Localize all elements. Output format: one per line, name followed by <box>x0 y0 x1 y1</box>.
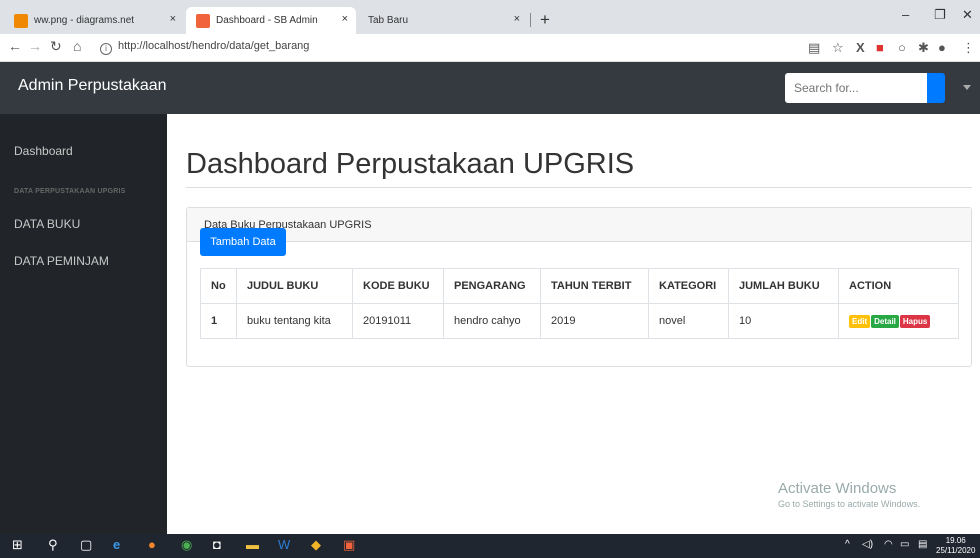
xampp-icon[interactable]: ▣ <box>343 537 355 553</box>
task-view-icon[interactable]: ▢ <box>80 537 92 553</box>
sidebar-item-data-peminjam[interactable]: DATA PEMINJAM <box>14 254 109 268</box>
circle-extension-icon[interactable]: ○ <box>898 40 906 55</box>
tab-new[interactable]: Tab Baru × <box>358 7 528 34</box>
address-bar: ← → ↻ ⌂ i http://localhost/hendro/data/ge… <box>0 34 980 62</box>
delete-button[interactable]: Hapus <box>899 314 931 328</box>
sidebar-section-heading: DATA PERPUSTAKAAN UPGRIS <box>14 188 126 195</box>
page-icon <box>196 13 210 28</box>
column-header: ACTION <box>838 268 959 304</box>
watermark-title: Activate Windows <box>778 480 897 497</box>
word-icon[interactable]: W <box>278 537 290 552</box>
search-icon[interactable]: ⚲ <box>48 537 58 553</box>
user-dropdown-caret-icon[interactable] <box>963 85 971 90</box>
notification-icon[interactable]: ▤ <box>918 539 927 550</box>
volume-icon[interactable]: ◁) <box>862 539 873 550</box>
page-title: Dashboard Perpustakaan UPGRIS <box>186 148 635 180</box>
close-icon[interactable]: × <box>170 13 176 25</box>
sidebar: Dashboard DATA PERPUSTAKAAN UPGRIS DATA … <box>0 114 167 534</box>
window-close-button[interactable]: ✕ <box>962 7 973 23</box>
firefox-icon[interactable]: ● <box>148 537 156 552</box>
cell-jumlah: 10 <box>728 303 839 339</box>
card-header: Data Buku Perpustakaan UPGRIS <box>187 208 971 242</box>
tab-label: ww.png - diagrams.net <box>34 15 135 26</box>
cell-pengarang: hendro cahyo <box>443 303 541 339</box>
close-icon[interactable]: × <box>342 13 348 25</box>
watermark-subtitle: Go to Settings to activate Windows. <box>778 499 921 509</box>
edit-button[interactable]: Edit <box>849 314 871 328</box>
column-header: KATEGORI <box>648 268 729 304</box>
back-icon[interactable]: ← <box>8 38 22 54</box>
table-row: 1 buku tentang kita 20191011 hendro cahy… <box>200 303 959 339</box>
minimize-button[interactable]: – <box>902 7 909 22</box>
column-header: PENGARANG <box>443 268 541 304</box>
clock-date: 25/11/2020 <box>936 546 976 555</box>
tab-separator <box>530 13 531 27</box>
clock-time: 19.06 <box>945 536 966 545</box>
url-text: http://localhost/hendro/data/get_barang <box>118 40 310 52</box>
brand-link[interactable]: Admin Perpustakaan <box>18 77 167 95</box>
puzzle-icon[interactable]: ✱ <box>918 40 929 56</box>
translate-icon[interactable]: ▤ <box>808 40 820 56</box>
cell-judul: buku tentang kita <box>236 303 353 339</box>
home-icon[interactable]: ⌂ <box>73 38 81 54</box>
forward-icon[interactable]: → <box>28 38 42 54</box>
top-navbar: Admin Perpustakaan <box>0 62 980 114</box>
cell-kode: 20191011 <box>352 303 444 339</box>
edge-icon[interactable]: e <box>113 537 120 552</box>
column-header: JUDUL BUKU <box>236 268 353 304</box>
restore-button[interactable]: ❐ <box>934 7 946 23</box>
sublime-icon[interactable]: ◆ <box>311 537 321 553</box>
books-table: No JUDUL BUKU KODE BUKU PENGARANG TAHUN … <box>200 268 959 339</box>
browser-tab-bar: ww.png - diagrams.net × Dashboard - SB A… <box>0 0 980 34</box>
diagrams-icon <box>14 13 28 28</box>
store-icon[interactable]: ◘ <box>213 537 221 552</box>
sidebar-item-data-buku[interactable]: DATA BUKU <box>14 217 80 231</box>
battery-icon[interactable]: ▭ <box>900 539 909 550</box>
start-icon[interactable]: ⊞ <box>12 537 23 553</box>
add-data-button[interactable]: Tambah Data <box>200 228 286 256</box>
cell-no: 1 <box>200 303 237 339</box>
menu-dots-icon[interactable]: ⋮ <box>962 40 975 56</box>
tab-label: Tab Baru <box>368 15 409 26</box>
windows-taskbar: ⊞ ⚲ ▢ e ● ◉ ◘ ▬ W ◆ ▣ ^ ◁) ◠ ▭ ▤ 19.06 2… <box>0 534 980 558</box>
info-icon[interactable]: i <box>100 43 112 55</box>
tray-chevron-icon[interactable]: ^ <box>845 539 850 550</box>
sidebar-item-dashboard[interactable]: Dashboard <box>14 144 73 158</box>
detail-button[interactable]: Detail <box>871 314 899 328</box>
search-button[interactable] <box>927 73 945 103</box>
activate-windows-watermark: Activate Windows Go to Settings to activ… <box>778 480 920 509</box>
column-header: KODE BUKU <box>352 268 444 304</box>
mail-extension-icon[interactable]: ■ <box>876 40 884 55</box>
table-header-row: No JUDUL BUKU KODE BUKU PENGARANG TAHUN … <box>200 268 959 304</box>
column-header: TAHUN TERBIT <box>540 268 649 304</box>
tab-label: Dashboard - SB Admin <box>216 15 318 26</box>
file-explorer-icon[interactable]: ▬ <box>246 537 259 552</box>
chrome-icon[interactable]: ◉ <box>181 537 192 553</box>
bookmark-star-icon[interactable]: ☆ <box>832 40 844 56</box>
close-icon[interactable]: × <box>514 13 520 25</box>
cell-action: Edit Detail Hapus <box>838 303 959 339</box>
search-group <box>785 73 945 103</box>
profile-icon[interactable]: ● <box>938 40 946 55</box>
search-input[interactable] <box>785 73 927 103</box>
cell-tahun: 2019 <box>540 303 649 339</box>
cell-kategori: novel <box>648 303 729 339</box>
x-extension-icon[interactable]: X <box>856 40 865 55</box>
column-header: No <box>200 268 237 304</box>
tab-dashboard[interactable]: Dashboard - SB Admin × <box>186 7 356 34</box>
reload-icon[interactable]: ↻ <box>50 38 62 55</box>
wifi-icon[interactable]: ◠ <box>884 539 893 550</box>
tab-diagrams[interactable]: ww.png - diagrams.net × <box>4 7 184 34</box>
taskbar-clock[interactable]: 19.06 25/11/2020 <box>936 536 975 556</box>
divider <box>186 187 972 188</box>
column-header: JUMLAH BUKU <box>728 268 839 304</box>
new-tab-button[interactable]: + <box>540 10 550 30</box>
url-field[interactable]: i http://localhost/hendro/data/get_barang <box>100 40 309 55</box>
